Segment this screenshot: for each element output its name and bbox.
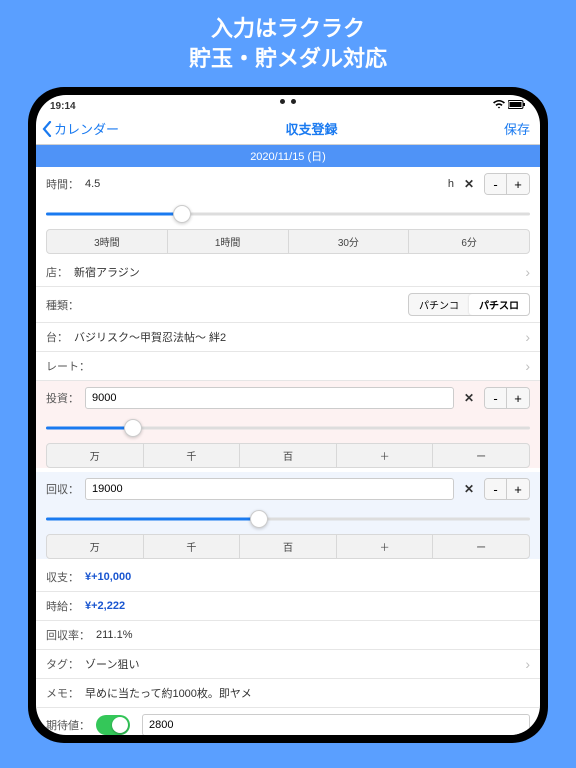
invest-stepper: - +	[484, 387, 530, 409]
machine-row[interactable]: 台： バジリスク～甲賀忍法帖～ 絆2 ›	[36, 323, 540, 352]
store-value: 新宿アラジン	[74, 264, 519, 280]
invest-slider[interactable]	[46, 419, 530, 437]
chevron-right-icon: ›	[525, 330, 530, 344]
type-label: 種類：	[46, 297, 79, 313]
invest-clear-button[interactable]: ✕	[460, 389, 478, 407]
status-right	[493, 100, 526, 112]
nav-bar: カレンダー 収支登録 保存	[36, 113, 540, 145]
expect-label: 期待値：	[46, 717, 90, 733]
time-clear-button[interactable]: ✕	[460, 175, 478, 193]
time-stepper: - +	[484, 173, 530, 195]
camera-notch	[280, 99, 296, 104]
memo-row[interactable]: メモ： 早めに当たって約1000枚。即ヤメ	[36, 679, 540, 708]
marketing-headline: 入力はラクラク 貯玉・貯メダル対応	[0, 0, 576, 87]
collect-section: 回収： ✕ - + 万 千 百 ＋	[36, 472, 540, 559]
chevron-left-icon	[40, 121, 54, 137]
wage-row: 時給： ¥+2,222	[36, 592, 540, 621]
collect-minus-button[interactable]: -	[485, 479, 507, 499]
time-preset-3h[interactable]: 3時間	[47, 230, 168, 253]
collect-preset-hyaku[interactable]: 百	[240, 535, 337, 558]
tag-row[interactable]: タグ： ゾーン狙い ›	[36, 650, 540, 679]
wage-value: ¥+2,222	[85, 600, 530, 612]
balance-row: 収支： ¥+10,000	[36, 563, 540, 592]
collect-plus-button[interactable]: +	[507, 479, 529, 499]
collect-clear-button[interactable]: ✕	[460, 480, 478, 498]
screen: 19:14 カレンダー 収支登録 保存 2020/11/15 (日)	[36, 95, 540, 735]
wifi-icon	[493, 101, 508, 112]
date-bar: 2020/11/15 (日)	[36, 145, 540, 167]
form-content: 時間： 4.5 h ✕ - + 3時間 1時間 30分 6分	[36, 167, 540, 735]
collect-slider[interactable]	[46, 510, 530, 528]
type-pachinko[interactable]: パチンコ	[409, 294, 469, 315]
time-slider[interactable]	[46, 205, 530, 223]
tag-value: ゾーン狙い	[85, 656, 519, 672]
collect-preset-man[interactable]: 万	[47, 535, 144, 558]
collect-preset-minus[interactable]: ー	[433, 535, 529, 558]
collect-input[interactable]	[85, 478, 454, 500]
time-preset-segment: 3時間 1時間 30分 6分	[46, 229, 530, 254]
invest-preset-sen[interactable]: 千	[144, 444, 241, 467]
headline-line2: 貯玉・貯メダル対応	[0, 44, 576, 74]
chevron-right-icon: ›	[525, 657, 530, 671]
tablet-frame: 19:14 カレンダー 収支登録 保存 2020/11/15 (日)	[28, 87, 548, 743]
time-preset-30m[interactable]: 30分	[289, 230, 410, 253]
invest-label: 投資：	[46, 390, 79, 406]
back-button[interactable]: カレンダー	[40, 119, 119, 138]
chevron-right-icon: ›	[525, 359, 530, 373]
headline-line1: 入力はラクラク	[0, 14, 576, 44]
type-pachislot[interactable]: パチスロ	[469, 294, 529, 315]
time-value: 4.5	[85, 178, 442, 190]
time-minus-button[interactable]: -	[485, 174, 507, 194]
time-row: 時間： 4.5 h ✕ - +	[36, 167, 540, 201]
invest-preset-minus[interactable]: ー	[433, 444, 529, 467]
rate-row[interactable]: レート： ›	[36, 352, 540, 381]
invest-input[interactable]	[85, 387, 454, 409]
time-preset-1h[interactable]: 1時間	[168, 230, 289, 253]
time-slider-wrap	[36, 201, 540, 225]
collect-preset-plus[interactable]: ＋	[337, 535, 434, 558]
expect-input[interactable]	[142, 714, 530, 735]
collect-label: 回収：	[46, 481, 79, 497]
nav-title: 収支登録	[285, 119, 337, 138]
battery-icon	[508, 101, 526, 112]
type-row: 種類： パチンコ パチスロ	[36, 287, 540, 323]
recovery-row: 回収率： 211.1%	[36, 621, 540, 650]
collect-stepper: - +	[484, 478, 530, 500]
recovery-label: 回収率：	[46, 627, 90, 643]
back-label: カレンダー	[54, 119, 119, 138]
time-preset-6m[interactable]: 6分	[409, 230, 529, 253]
tag-label: タグ：	[46, 656, 79, 672]
invest-preset-plus[interactable]: ＋	[337, 444, 434, 467]
chevron-right-icon: ›	[525, 265, 530, 279]
memo-label: メモ：	[46, 685, 79, 701]
status-time: 19:14	[50, 101, 76, 112]
collect-preset-segment: 万 千 百 ＋ ー	[46, 534, 530, 559]
rate-label: レート：	[46, 358, 90, 374]
store-row[interactable]: 店： 新宿アラジン ›	[36, 258, 540, 287]
balance-label: 収支：	[46, 569, 79, 585]
expect-row: 期待値：	[36, 708, 540, 735]
status-bar: 19:14	[36, 95, 540, 113]
type-segment: パチンコ パチスロ	[408, 293, 530, 316]
balance-value: ¥+10,000	[85, 571, 530, 583]
invest-preset-hyaku[interactable]: 百	[240, 444, 337, 467]
machine-label: 台：	[46, 329, 68, 345]
invest-preset-segment: 万 千 百 ＋ ー	[46, 443, 530, 468]
invest-preset-man[interactable]: 万	[47, 444, 144, 467]
invest-plus-button[interactable]: +	[507, 388, 529, 408]
time-plus-button[interactable]: +	[507, 174, 529, 194]
machine-value: バジリスク～甲賀忍法帖～ 絆2	[74, 329, 519, 345]
invest-minus-button[interactable]: -	[485, 388, 507, 408]
store-label: 店：	[46, 264, 68, 280]
memo-value: 早めに当たって約1000枚。即ヤメ	[85, 685, 530, 701]
recovery-value: 211.1%	[96, 629, 530, 641]
time-label: 時間：	[46, 176, 79, 192]
wage-label: 時給：	[46, 598, 79, 614]
invest-section: 投資： ✕ - + 万 千 百 ＋	[36, 381, 540, 468]
expect-toggle[interactable]	[96, 715, 130, 735]
time-unit: h	[448, 178, 454, 190]
collect-preset-sen[interactable]: 千	[144, 535, 241, 558]
save-button[interactable]: 保存	[504, 119, 530, 138]
